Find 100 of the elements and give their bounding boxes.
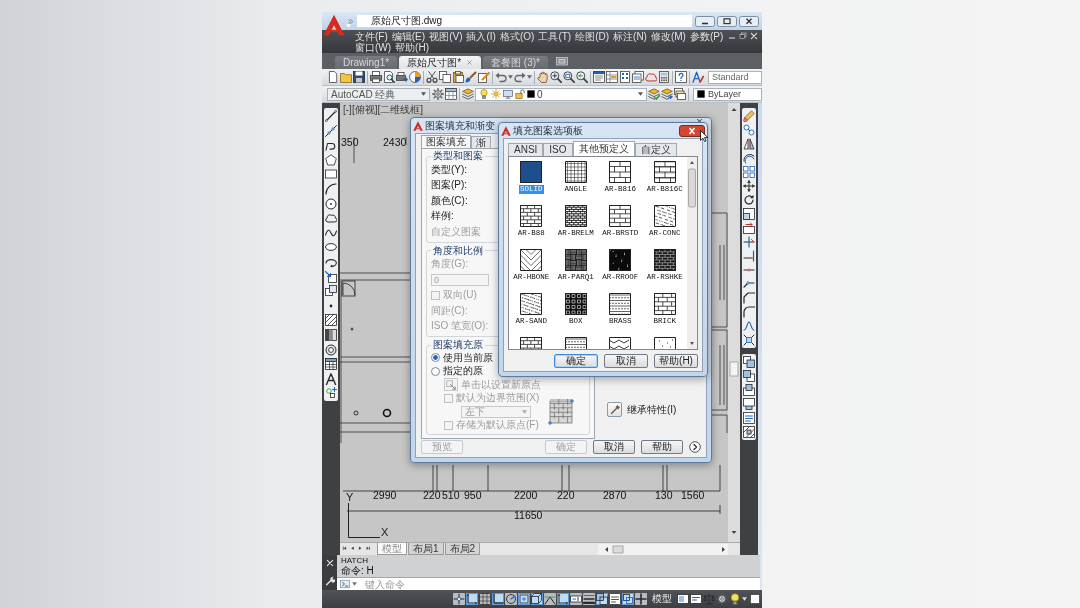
add-selected-icon[interactable] [325,387,337,400]
construction-line-icon[interactable] [325,124,337,137]
rotate-icon[interactable] [743,194,755,206]
square-under-icon[interactable] [743,398,755,410]
color-swatch-icon[interactable] [697,90,705,98]
trim-icon[interactable] [743,236,755,248]
first-page-icon[interactable] [342,545,349,553]
caret-icon[interactable] [508,75,513,79]
text-lines-icon[interactable] [743,412,755,424]
drawing-canvas[interactable] [340,103,728,542]
join-icon[interactable] [743,278,755,290]
layers-stack-icon[interactable] [674,88,686,100]
dialog-button[interactable]: 取消 [593,439,635,454]
ellipse-icon[interactable] [325,241,337,254]
grid-window-icon[interactable] [606,71,618,83]
scale-icon[interactable] [743,208,755,220]
move-icon[interactable] [743,180,755,192]
input-box-icon[interactable] [570,593,582,605]
chamfer-icon[interactable] [743,292,755,304]
help-icon[interactable] [675,71,687,83]
scissors-icon[interactable] [426,71,438,83]
hatched-square-icon[interactable] [743,426,755,438]
menu-item[interactable]: 窗口(W) [355,41,392,53]
caret-icon[interactable] [742,597,747,601]
gradient-icon[interactable] [325,328,337,341]
tab[interactable]: 图案填充 [421,135,471,148]
layout-window-icon[interactable] [677,593,689,605]
radio-button[interactable] [431,353,440,363]
caret-icon[interactable] [352,582,357,586]
nested-squares-icon[interactable] [622,593,634,605]
pick-origin-button[interactable] [444,378,458,392]
calculator-icon[interactable] [658,71,670,83]
command-prompt-icon[interactable] [340,579,350,589]
array-icon[interactable] [743,166,755,178]
plus-icon[interactable] [635,593,647,605]
app-logo-icon[interactable] [413,120,423,131]
window-list-icon[interactable] [593,71,605,83]
settings-icon[interactable] [432,88,444,100]
brush-icon[interactable] [465,71,477,83]
viewport-label[interactable]: [-][俯视][二维线框] [343,104,423,116]
printer-icon[interactable] [370,71,382,83]
tab[interactable]: 其他预定义 [572,141,635,156]
pie-chart-icon[interactable] [409,71,421,83]
menu-item[interactable]: 标注(N) [613,30,647,42]
pencil-square-icon[interactable] [478,71,490,83]
menu-item[interactable]: 文件(F) [355,30,388,42]
insert-block-icon[interactable] [325,270,337,283]
extend-icon[interactable] [743,250,755,262]
text-style-select[interactable]: Standard [708,70,762,84]
cloud-icon[interactable] [325,212,337,225]
color-select[interactable]: ByLayer [693,87,762,101]
dialog-button[interactable]: 帮助(H) [654,354,698,368]
print-preview-icon[interactable] [383,71,395,83]
crosshair-icon[interactable] [453,593,465,605]
dialog-button[interactable]: 确定 [554,354,598,368]
overlap-squares-icon[interactable] [596,593,608,605]
blend-curve-icon[interactable] [743,320,755,332]
wrench-icon[interactable] [324,575,335,586]
arc-icon[interactable] [325,182,337,195]
zoom-previous-icon[interactable] [576,71,588,83]
redo-icon[interactable] [514,71,526,83]
menu-item[interactable]: 帮助(H) [395,41,429,53]
zigzag-pattern-icon[interactable] [609,337,632,349]
snap-corner-icon[interactable] [466,593,478,605]
axes-icon[interactable] [557,593,569,605]
document-tab[interactable]: 原始尺寸图* [399,56,482,69]
mirror-icon[interactable] [743,138,755,150]
layers-icon[interactable] [462,88,474,100]
vertical-scrollbar[interactable] [728,103,740,542]
menu-item[interactable]: 编辑(E) [391,30,426,42]
layout-tab[interactable]: 布局2 [444,543,481,555]
line-weights-icon[interactable] [583,593,595,605]
menu-item[interactable]: 参数(P) [689,30,724,42]
text-icon[interactable] [325,372,337,385]
drawing-window-icon[interactable] [690,593,702,605]
tab[interactable]: ANSI [508,143,544,156]
workspace-select[interactable]: AutoCAD 经典 [327,87,430,101]
layer-select[interactable]: 0 [475,87,647,101]
layers-arrow-icon[interactable] [661,88,673,100]
cube-icon[interactable] [531,593,543,605]
radio-button[interactable] [431,366,440,376]
color-swatch-icon[interactable] [527,90,535,98]
block-icon[interactable] [325,285,337,298]
layers-check-icon[interactable] [648,88,660,100]
app-logo-icon[interactable] [323,14,345,36]
model-button[interactable]: 模型 [649,593,675,605]
monitor-icon[interactable] [503,89,513,99]
copy-icon[interactable] [439,71,451,83]
eraser-icon[interactable] [743,110,755,122]
clipboard-icon[interactable] [452,71,464,83]
menu-item[interactable]: 绘图(D) [575,30,610,42]
toolbar-grid-icon[interactable] [445,88,457,100]
printer-arrow-icon[interactable] [396,71,408,83]
layout-tab[interactable]: 布局1 [408,543,444,555]
new-file-icon[interactable] [327,71,339,83]
maximize-icon[interactable] [717,15,737,27]
square-snap-icon[interactable] [518,593,530,605]
last-page-icon[interactable] [366,545,373,553]
copy-objects-icon[interactable] [743,124,755,136]
restore-icon[interactable] [739,32,747,40]
